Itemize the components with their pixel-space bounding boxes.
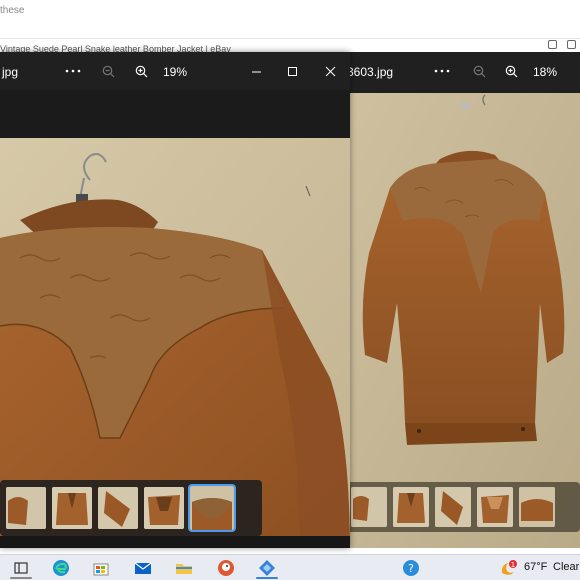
viewer-bottom-bar [0, 536, 350, 548]
active-indicator [256, 577, 278, 579]
browser-profile-icon[interactable] [567, 40, 576, 49]
thumbnail-2[interactable] [52, 487, 92, 529]
thumbnail-5-selected[interactable] [188, 484, 236, 532]
jacket-back-image [345, 93, 580, 548]
viewer-filename: 3603.jpg [347, 65, 394, 79]
viewer-empty-area [0, 90, 350, 138]
thumbnail-4[interactable] [477, 487, 513, 527]
desktop: these Vintage Suede Pearl Snake leather … [0, 0, 580, 580]
viewer-titlebar[interactable]: 3603.jpg 18% [345, 52, 580, 90]
close-icon[interactable] [320, 60, 340, 82]
explorer-icon[interactable] [175, 559, 193, 577]
thumbnail-strip [0, 480, 262, 536]
zoom-out-icon[interactable] [469, 60, 489, 82]
svg-text:1: 1 [511, 561, 515, 569]
paint-icon[interactable] [258, 559, 276, 577]
browser-corner-icons [548, 40, 576, 49]
photo-viewer-left[interactable]: jpg 19% [0, 52, 350, 548]
zoom-in-icon[interactable] [131, 60, 151, 82]
task-view-icon[interactable] [12, 559, 30, 577]
thumbnail-5[interactable] [519, 487, 555, 527]
more-dots-icon[interactable] [431, 60, 453, 82]
thumbnail-3[interactable] [435, 487, 471, 527]
weather-temperature[interactable]: 67°F [524, 561, 547, 573]
jacket-photo-full [345, 93, 580, 548]
edge-icon[interactable] [52, 559, 70, 577]
background-browser: these Vintage Suede Pearl Snake leather … [0, 0, 580, 56]
svg-text:?: ? [408, 562, 414, 575]
zoom-in-icon[interactable] [501, 60, 521, 82]
viewer-filename: jpg [2, 65, 19, 79]
background-text: these [0, 5, 25, 16]
zoom-out-icon[interactable] [98, 60, 118, 82]
store-icon[interactable] [92, 559, 110, 577]
thumbnail-4[interactable] [144, 487, 184, 529]
viewer-titlebar[interactable]: jpg 19% [0, 52, 350, 90]
browser-collections-icon[interactable] [548, 40, 557, 49]
duckduckgo-icon[interactable] [217, 559, 235, 577]
zoom-level: 18% [533, 65, 558, 79]
zoom-level: 19% [163, 65, 188, 79]
thumbnail-strip [345, 482, 580, 532]
thumbnail-1[interactable] [6, 487, 46, 529]
thumbnail-2[interactable] [393, 487, 429, 527]
photo-viewer-right[interactable]: 3603.jpg 18% [345, 52, 580, 548]
minimize-icon[interactable] [246, 60, 266, 82]
thumbnail-3[interactable] [98, 487, 138, 529]
taskbar: ? 1 67°F Clear [0, 554, 580, 580]
thumbnail-1[interactable] [351, 487, 387, 527]
mail-icon[interactable] [134, 559, 152, 577]
more-dots-icon[interactable] [62, 60, 84, 82]
weather-condition[interactable]: Clear [553, 561, 579, 573]
maximize-icon[interactable] [282, 60, 302, 82]
running-indicator [10, 577, 32, 579]
help-icon[interactable]: ? [402, 559, 420, 577]
weather-icon[interactable]: 1 [498, 559, 517, 577]
